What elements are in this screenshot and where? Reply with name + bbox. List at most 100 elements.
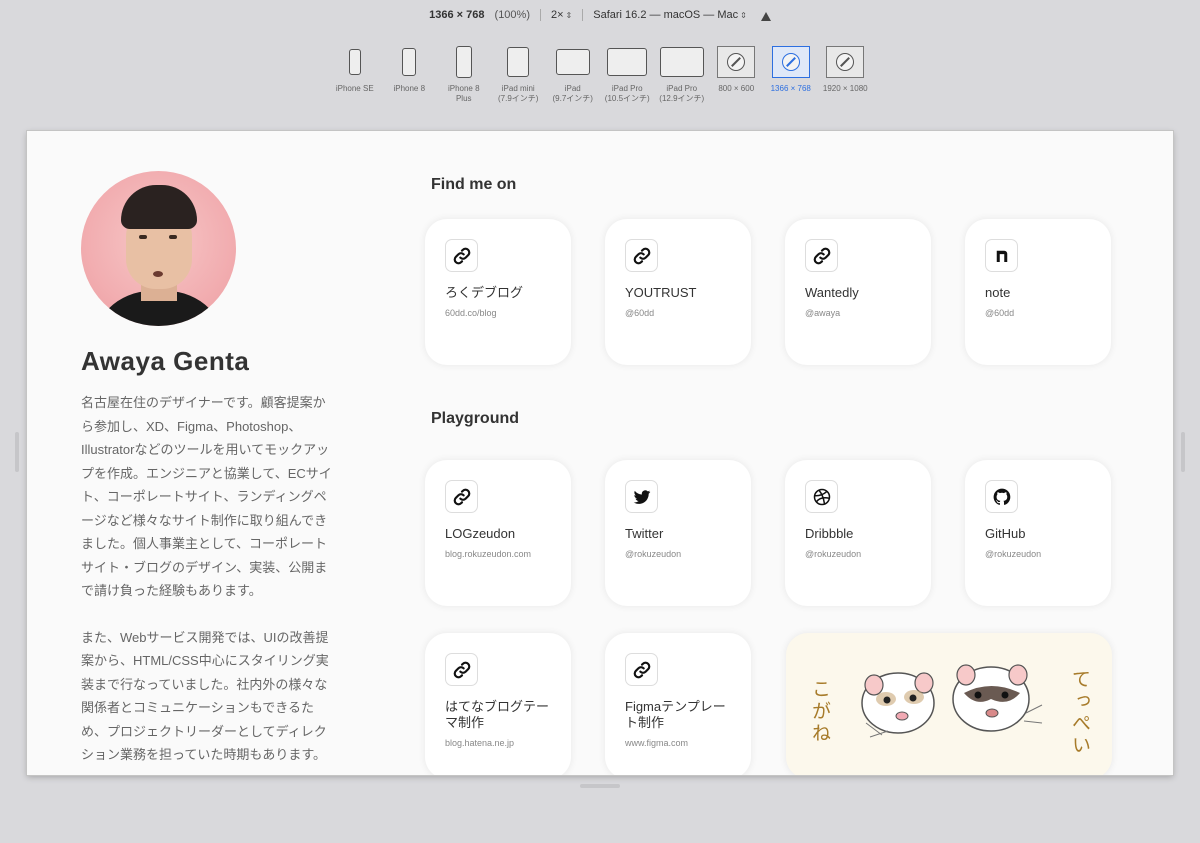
device-preset[interactable]: iPad (9.7インチ): [546, 44, 601, 104]
link-card[interactable]: はてなブログテーマ制作 blog.hatena.ne.jp: [425, 633, 571, 775]
responsive-toolbar: 1366 × 768 (100%) 2× ⇕ Safari 16.2 — macO…: [0, 0, 1200, 30]
section-title-find-me-on: Find me on: [431, 176, 517, 193]
twitter-icon: [625, 480, 658, 513]
monitor-icon: [826, 44, 865, 80]
github-icon: [985, 480, 1018, 513]
device-preset-label: 800 × 600: [718, 84, 755, 93]
ferret-name-right: てっぺい: [1069, 669, 1090, 757]
device-preset[interactable]: 1920 × 1080: [818, 44, 873, 104]
link-card-title: Twitter: [625, 526, 664, 541]
device-preset[interactable]: iPad Pro (12.9インチ): [655, 44, 710, 104]
zoom-readout: (100%): [494, 9, 530, 21]
note-icon: [985, 239, 1018, 272]
link-card[interactable]: Twitter @rokuzeudon: [605, 460, 751, 606]
device-preset-label: iPad mini (7.9インチ): [498, 84, 539, 103]
link-icon: [445, 239, 478, 272]
link-card-subtitle: @awaya: [805, 308, 841, 318]
phone-icon: [348, 44, 361, 80]
resize-handle-right[interactable]: [1181, 432, 1185, 472]
device-preset[interactable]: 1366 × 768: [764, 44, 819, 104]
device-preset-label: iPhone 8 Plus: [447, 84, 480, 103]
user-agent-select[interactable]: Safari 16.2 — macOS — Mac ⇕: [593, 9, 747, 21]
link-card-title: note: [985, 285, 1011, 300]
device-preset-label: iPad Pro (10.5インチ): [604, 84, 650, 103]
avatar: [81, 171, 236, 326]
page-viewport: Awaya Genta 名古屋在住のデザイナーです。顧客提案から参加し、XD、F…: [27, 131, 1173, 775]
tablet-icon: [507, 44, 530, 80]
device-preset-label: 1920 × 1080: [822, 84, 868, 93]
device-preset[interactable]: iPad mini (7.9インチ): [491, 44, 546, 104]
link-card[interactable]: ろくデブログ 60dd.co/blog: [425, 219, 571, 365]
link-card[interactable]: Dribbble @rokuzeudon: [785, 460, 931, 606]
profile-column: Awaya Genta 名古屋在住のデザイナーです。顧客提案から参加し、XD、F…: [81, 171, 341, 767]
link-card-title: Wantedly: [805, 285, 859, 300]
link-card-subtitle: @rokuzeudon: [805, 549, 862, 559]
resize-handle-bottom[interactable]: [580, 784, 620, 788]
link-card-title: YOUTRUST: [625, 285, 697, 300]
ferret-name-left: こがね: [809, 679, 830, 745]
device-preset[interactable]: iPhone 8: [382, 44, 437, 104]
link-card-subtitle: @rokuzeudon: [625, 549, 682, 559]
ferret-illustration-card: こがね てっぺい: [786, 633, 1112, 775]
link-card-subtitle: @rokuzeudon: [985, 549, 1042, 559]
link-icon: [445, 480, 478, 513]
link-card-subtitle: blog.rokuzeudon.com: [445, 549, 532, 559]
link-card-subtitle: 60dd.co/blog: [445, 308, 497, 318]
scale-select[interactable]: 2× ⇕: [551, 9, 572, 21]
compass-icon: [781, 53, 800, 71]
link-card-title: GitHub: [985, 526, 1026, 541]
link-icon: [805, 239, 838, 272]
divider: [540, 9, 541, 21]
tablet-icon: [555, 44, 590, 80]
device-preset-label: iPhone 8: [393, 84, 426, 93]
device-preset[interactable]: iPad Pro (10.5インチ): [600, 44, 655, 104]
link-card-subtitle: @60dd: [985, 308, 1015, 318]
link-card-title: Dribbble: [805, 526, 854, 541]
link-icon: [625, 239, 658, 272]
divider: [582, 9, 584, 21]
compass-icon: [836, 53, 855, 71]
link-card[interactable]: note @60dd: [965, 219, 1111, 365]
link-card[interactable]: Figmaテンプレート制作 www.figma.com: [605, 633, 751, 775]
link-card-title: はてなブログテーマ制作: [445, 699, 550, 730]
device-preset-label: 1366 × 768: [770, 84, 811, 93]
resolution-readout: 1366 × 768: [429, 9, 485, 21]
ferret-illustration: [861, 664, 1043, 738]
link-card[interactable]: YOUTRUST @60dd: [605, 219, 751, 365]
link-card-subtitle: www.figma.com: [625, 738, 689, 748]
device-preset-list: iPhone SE iPhone 8 iPhone 8 Plus iPad mini …: [0, 44, 1200, 104]
link-card-subtitle: @60dd: [625, 308, 655, 318]
link-icon: [445, 653, 478, 686]
device-preset-label: iPad (9.7インチ): [552, 84, 593, 103]
link-card[interactable]: Wantedly @awaya: [785, 219, 931, 365]
monitor-icon: [771, 44, 810, 80]
section-title-playground: Playground: [431, 410, 520, 427]
device-preset[interactable]: iPhone 8 Plus: [437, 44, 492, 104]
device-preset-label: iPad Pro (12.9インチ): [659, 84, 705, 103]
link-card[interactable]: LOGzeudon blog.rokuzeudon.com: [425, 460, 571, 606]
tablet-icon: [607, 44, 648, 80]
profile-name: Awaya Genta: [81, 346, 250, 376]
bio-paragraph: また、Webサービス開発では、UIの改善提案から、HTML/CSS中心にスタイリ…: [81, 629, 329, 763]
device-preset[interactable]: iPhone SE: [328, 44, 383, 104]
link-card-title: Figmaテンプレート制作: [625, 699, 726, 730]
link-card-title: LOGzeudon: [445, 526, 516, 541]
link-card[interactable]: GitHub @rokuzeudon: [965, 460, 1111, 606]
link-card-title: ろくデブログ: [445, 285, 524, 300]
user-agent-value: Safari 16.2 — macOS — Mac: [593, 9, 739, 21]
profile-bio: 名古屋在住のデザイナーです。顧客提案から参加し、XD、Figma、Photosh…: [81, 391, 333, 767]
resize-handle-left[interactable]: [15, 432, 19, 472]
tablet-icon: [659, 44, 704, 80]
chevron-updown-icon: ⇕: [565, 11, 573, 20]
compass-icon: [727, 53, 746, 71]
dribbble-icon: [805, 480, 838, 513]
bio-paragraph: 名古屋在住のデザイナーです。顧客提案から参加し、XD、Figma、Photosh…: [81, 395, 332, 598]
phone-icon: [455, 44, 472, 80]
chevron-updown-icon: ⇕: [740, 11, 747, 20]
warning-icon[interactable]: [760, 11, 771, 21]
link-card-subtitle: blog.hatena.ne.jp: [445, 738, 515, 748]
device-preset-label: iPhone SE: [335, 84, 374, 93]
device-preset[interactable]: 800 × 600: [709, 44, 764, 104]
monitor-icon: [717, 44, 756, 80]
scale-value: 2×: [551, 9, 564, 21]
